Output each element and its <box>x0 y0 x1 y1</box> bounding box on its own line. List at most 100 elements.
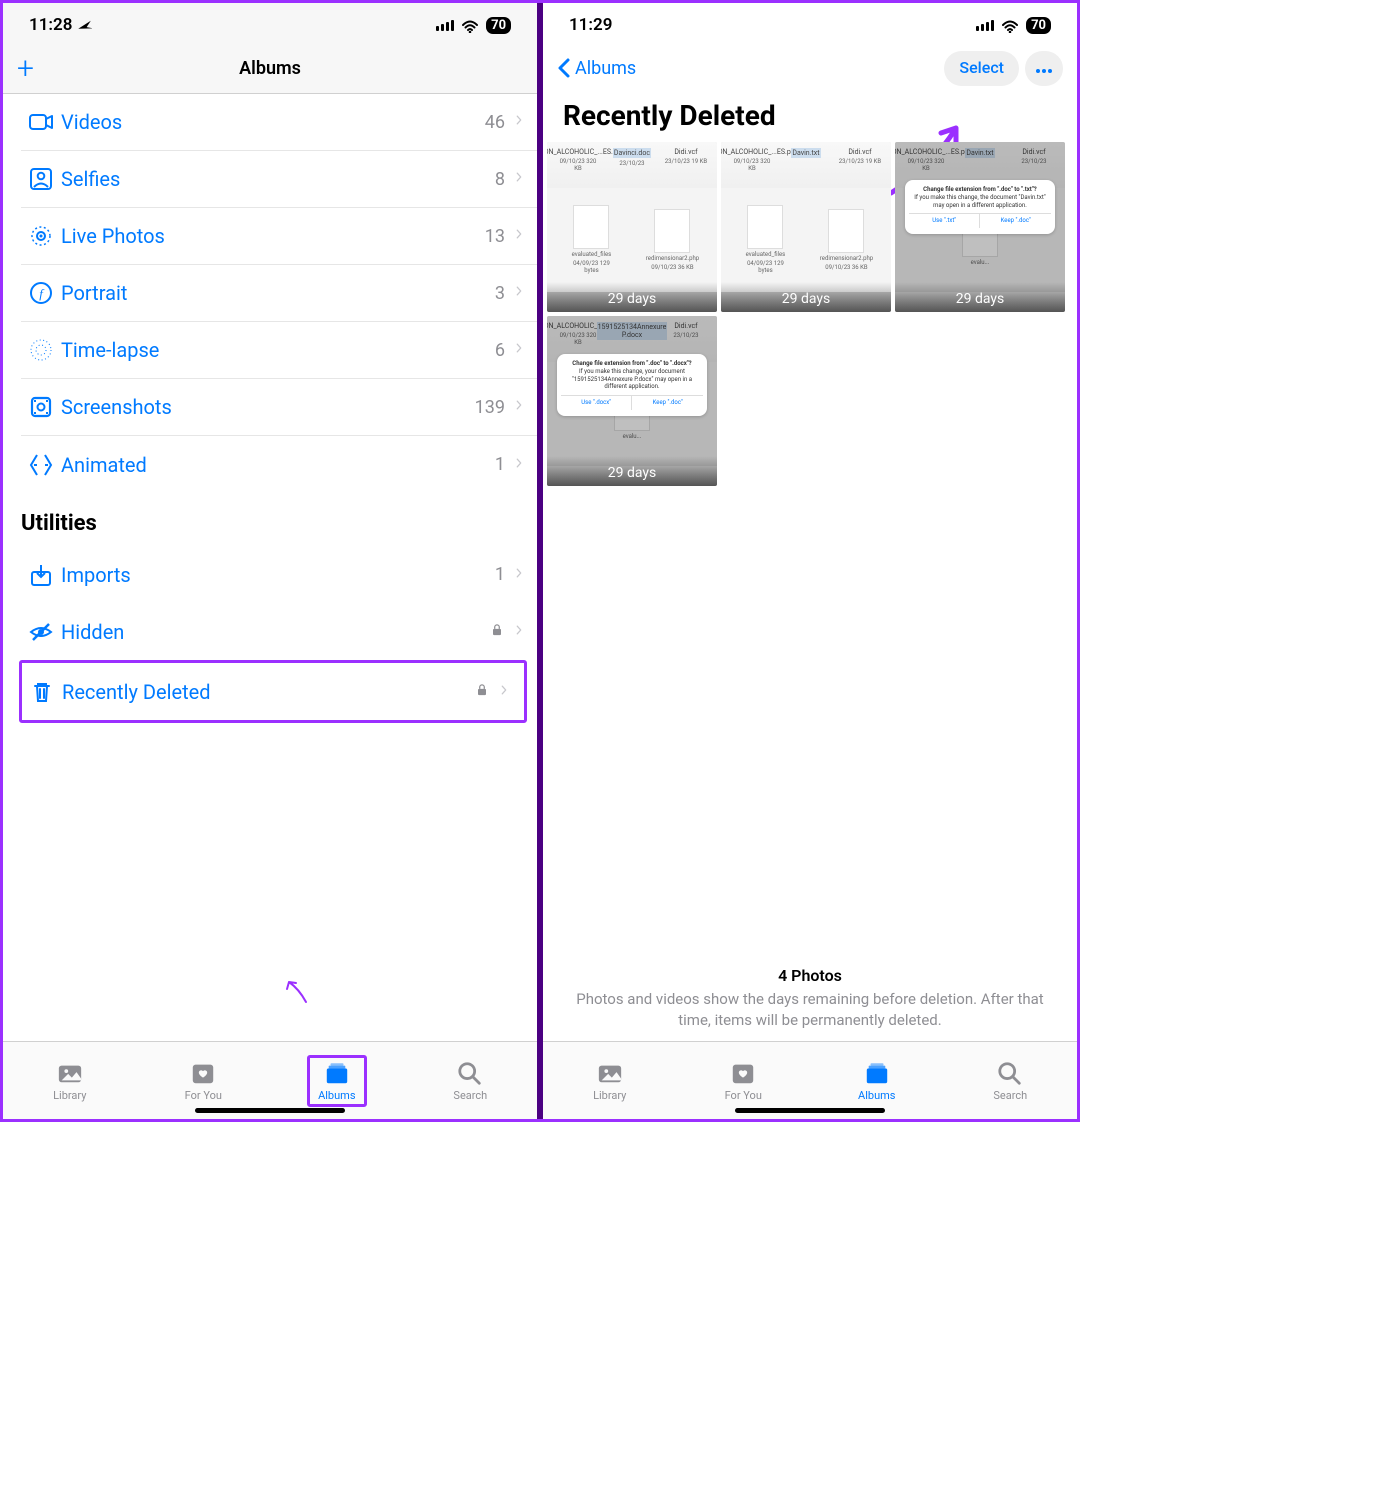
trash-icon <box>22 678 62 706</box>
live-icon <box>21 222 61 250</box>
utilities-header: Utilities <box>3 493 537 546</box>
list-item[interactable]: Hidden <box>21 603 537 660</box>
wifi-icon <box>460 17 480 33</box>
lock-icon <box>489 621 505 643</box>
list-item[interactable]: Live Photos 13 <box>21 208 537 265</box>
photo-thumbnail[interactable]: S.NON_ALCOHOLIC_...ES.pdf09/10/23 320 KB… <box>721 142 891 312</box>
back-label: Albums <box>575 58 636 79</box>
list-item-label: Live Photos <box>61 224 485 248</box>
days-overlay: 29 days <box>547 282 717 312</box>
chevron-right-icon <box>513 282 525 304</box>
list-item[interactable]: Screenshots 139 <box>21 379 537 436</box>
chevron-left-icon <box>557 57 571 79</box>
list-item[interactable]: Animated 1 <box>21 436 537 493</box>
photo-thumbnail[interactable]: S.NON_ALCOHOLIC_...ES.pdf09/10/23 320 KB… <box>895 142 1065 312</box>
list-item-count: 3 <box>495 283 505 304</box>
animated-icon <box>21 451 61 479</box>
footer-body: Photos and videos show the days remainin… <box>565 989 1055 1031</box>
tab-label: For You <box>185 1089 222 1102</box>
albums-icon <box>862 1060 892 1086</box>
chevron-right-icon <box>513 168 525 190</box>
library-icon <box>595 1060 625 1086</box>
selfies-icon <box>21 165 61 193</box>
days-overlay: 29 days <box>721 282 891 312</box>
tab-label: Library <box>593 1089 626 1102</box>
list-item-label: Animated <box>61 453 495 477</box>
tab-library[interactable]: Library <box>543 1042 677 1119</box>
home-indicator[interactable] <box>735 1108 885 1113</box>
list-item-count: 8 <box>495 169 505 190</box>
photo-thumbnail[interactable]: S.NON_ALCOHOLIC_...ES.pdf09/10/23 320 KB… <box>547 142 717 312</box>
tab-library[interactable]: Library <box>3 1042 137 1119</box>
footer-count: 4 Photos <box>565 965 1055 987</box>
list-item-label: Time-lapse <box>61 338 495 362</box>
hidden-icon <box>21 618 61 646</box>
phone-right: 11:29 70 Albums Select Recently Deleted <box>543 3 1077 1119</box>
phone-left: 11:28 70 + Albums Videos 46 Selfies 8 <box>3 3 537 1119</box>
chevron-right-icon <box>513 339 525 361</box>
status-time: 11:29 <box>569 15 612 35</box>
list-item[interactable]: Recently Deleted <box>22 663 522 720</box>
days-overlay: 29 days <box>895 282 1065 312</box>
highlight-annotation: Recently Deleted <box>19 660 527 723</box>
list-item-label: Hidden <box>61 620 489 644</box>
battery-icon: 70 <box>1026 17 1051 34</box>
select-button[interactable]: Select <box>944 51 1019 86</box>
tab-label: For You <box>725 1089 762 1102</box>
foryou-icon <box>728 1060 758 1086</box>
home-indicator[interactable] <box>195 1108 345 1113</box>
list-item[interactable]: Portrait 3 <box>21 265 537 322</box>
foryou-icon <box>188 1060 218 1086</box>
tab-search[interactable]: Search <box>944 1042 1078 1119</box>
list-item[interactable]: Videos 46 <box>21 94 537 151</box>
footer-message: 4 Photos Photos and videos show the days… <box>543 959 1077 1041</box>
list-item-count: 1 <box>495 564 505 585</box>
tab-label: Search <box>993 1089 1027 1102</box>
annotation-arrow-icon <box>281 977 311 1007</box>
list-item-count: 6 <box>495 340 505 361</box>
photo-thumbnail[interactable]: S.NON_ALCOHOLIC_...ES.pdf09/10/23 320 KB… <box>547 316 717 486</box>
status-bar: 11:29 70 <box>543 3 1077 43</box>
video-icon <box>21 108 61 136</box>
tab-label: Library <box>53 1089 86 1102</box>
chevron-right-icon <box>513 564 525 586</box>
list-item-count: 13 <box>485 226 505 247</box>
list-item[interactable]: Imports 1 <box>21 546 537 603</box>
page-title: Recently Deleted <box>543 93 1077 142</box>
list-item-label: Screenshots <box>61 395 475 419</box>
albums-icon <box>322 1060 352 1086</box>
battery-icon: 70 <box>486 17 511 34</box>
lock-icon <box>474 681 490 703</box>
chevron-right-icon <box>513 111 525 133</box>
list-item[interactable]: Time-lapse 6 <box>21 322 537 379</box>
list-item[interactable]: Selfies 8 <box>21 151 537 208</box>
list-item-label: Videos <box>61 110 485 134</box>
portrait-icon <box>21 279 61 307</box>
chevron-right-icon <box>513 621 525 643</box>
signal-icon <box>976 20 994 31</box>
back-button[interactable]: Albums <box>557 57 636 79</box>
list-item-label: Portrait <box>61 281 495 305</box>
screenshots-icon <box>21 393 61 421</box>
search-icon <box>455 1060 485 1086</box>
chevron-right-icon <box>498 681 510 703</box>
more-button[interactable] <box>1025 51 1063 86</box>
status-bar: 11:28 70 <box>3 3 537 43</box>
status-time: 11:28 <box>29 15 72 35</box>
highlight-annotation: Albums <box>307 1055 366 1107</box>
chevron-right-icon <box>513 396 525 418</box>
days-overlay: 29 days <box>547 456 717 486</box>
add-button[interactable]: + <box>17 51 34 86</box>
list-item-label: Recently Deleted <box>62 680 474 704</box>
library-icon <box>55 1060 85 1086</box>
list-item-label: Selfies <box>61 167 495 191</box>
location-icon <box>76 17 92 33</box>
signal-icon <box>436 20 454 31</box>
tab-search[interactable]: Search <box>404 1042 538 1119</box>
list-item-count: 46 <box>485 112 505 133</box>
chevron-right-icon <box>513 225 525 247</box>
tab-label: Search <box>453 1089 487 1102</box>
nav-title: Albums <box>239 58 301 79</box>
ellipsis-icon <box>1035 68 1053 74</box>
tab-label: Albums <box>318 1089 355 1102</box>
